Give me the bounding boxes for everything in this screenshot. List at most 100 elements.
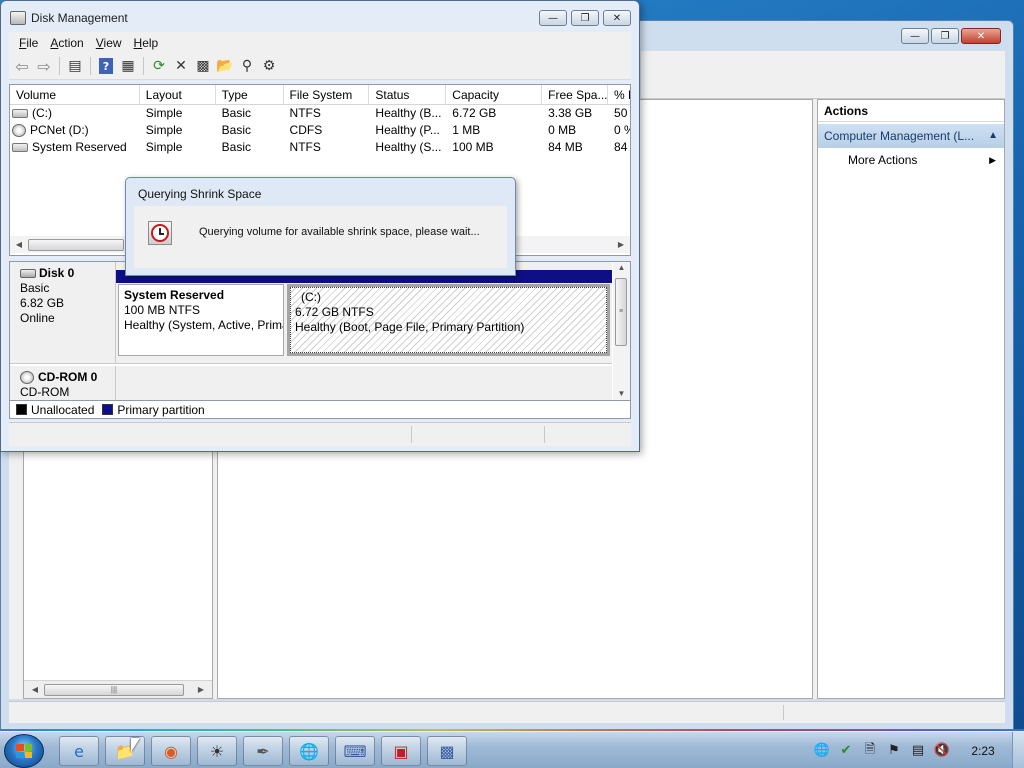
scroll-right-icon[interactable]: ▶ [194, 685, 208, 694]
actions-group-computer-management[interactable]: Computer Management (L... ▲ [818, 124, 1004, 148]
legend-swatch-primary [102, 404, 114, 415]
properties-grid-icon[interactable]: ▦ [117, 55, 139, 77]
column-header-capacity[interactable]: Capacity [446, 85, 543, 105]
scroll-left-icon[interactable]: ◀ [28, 685, 42, 694]
menu-help[interactable]: Help [128, 36, 165, 50]
volume-cell-text: 50 [614, 106, 628, 120]
column-header-volume[interactable]: Volume [10, 85, 140, 105]
app-icon[interactable]: ☀ [197, 736, 237, 766]
toolbox-icon[interactable]: ▣ [381, 736, 421, 766]
querying-shrink-space-dialog[interactable]: Querying Shrink Space Querying volume fo… [125, 177, 516, 276]
vertical-scrollbar[interactable]: ▲ ≡ ▼ [613, 262, 630, 400]
minimize-button[interactable]: — [901, 28, 929, 44]
toolbar-separator [90, 57, 91, 75]
column-header-free-space[interactable]: Free Spa... [542, 85, 609, 105]
flag-icon[interactable]: ⚑ [884, 741, 904, 761]
actions-header: Actions [818, 100, 1004, 122]
legend-label: Unallocated [31, 402, 95, 417]
volume-cell: 50 [608, 105, 630, 122]
scroll-right-icon[interactable]: ▶ [614, 240, 628, 249]
maximize-button[interactable]: ❐ [571, 10, 599, 26]
eraser-icon[interactable]: ✒ [243, 736, 283, 766]
network-icon[interactable]: ▤ [908, 741, 928, 761]
volume-cell: 84 [608, 139, 630, 156]
volume-row[interactable]: System Reserved Simple Basic NTFS Healthy (S… [10, 139, 630, 156]
volume-cell-text: Basic [221, 140, 251, 154]
volume-cell: Simple [140, 122, 216, 139]
help-icon[interactable]: ? [99, 58, 113, 74]
show-desktop-button[interactable] [1012, 732, 1024, 768]
delete-icon[interactable]: ✕ [170, 55, 192, 77]
status-segment [783, 705, 784, 720]
disk-name-text: CD-ROM 0 [38, 370, 98, 384]
volume-cell-text: 100 MB [452, 140, 494, 154]
settings-icon[interactable]: ⚙ [258, 55, 280, 77]
column-header-type[interactable]: Type [216, 85, 284, 105]
volume-cell-text: 84 MB [548, 140, 583, 154]
column-header-percent-free[interactable]: % F [608, 85, 630, 105]
partition-c-drive[interactable]: (C:) 6.72 GB NTFS Healthy (Boot, Page Fi… [287, 284, 610, 356]
submenu-arrow-icon: ▶ [989, 155, 996, 165]
scroll-down-icon[interactable]: ▼ [613, 388, 630, 400]
start-button[interactable] [4, 734, 44, 768]
scroll-up-icon[interactable]: ▲ [613, 262, 630, 274]
menu-action[interactable]: Action [44, 36, 89, 50]
back-arrow-icon[interactable]: ⇦ [11, 55, 33, 77]
disk-row[interactable]: Disk 0 Basic 6.82 GB Online System Reser… [10, 262, 612, 364]
network-globe-icon[interactable]: 🌐 [289, 736, 329, 766]
close-button[interactable]: ✕ [961, 28, 1001, 44]
firefox-icon[interactable]: ◉ [151, 736, 191, 766]
menu-file[interactable]: File [13, 36, 44, 50]
column-header-layout[interactable]: Layout [140, 85, 216, 105]
legend-label: Primary partition [117, 402, 205, 417]
search-icon[interactable]: ⚲ [236, 55, 258, 77]
cm-caption-buttons: — ❐ ✕ [901, 28, 1001, 44]
show-hide-console-tree-icon[interactable]: ▤ [64, 55, 86, 77]
disk-row[interactable]: CD-ROM 0 CD-ROM [10, 366, 612, 400]
volume-cell-text: 3.38 GB [548, 106, 593, 120]
close-button[interactable]: ✕ [603, 10, 631, 26]
system-tray: 🌐 ✔ 🗎 ⚑ ▤ 🔇 2:23 [810, 732, 1024, 768]
network-globe-icon[interactable]: 🌐 [812, 741, 832, 761]
properties-icon[interactable]: ▩ [192, 55, 214, 77]
disk-management-icon[interactable]: ▩ [427, 736, 467, 766]
disk-name: Disk 0 [20, 266, 115, 281]
legend: Unallocated Primary partition [9, 401, 631, 419]
document-icon[interactable]: 🗎 [860, 741, 880, 761]
column-header-status[interactable]: Status [369, 85, 447, 105]
disk-label[interactable]: Disk 0 Basic 6.82 GB Online [10, 262, 116, 363]
volume-cell: 100 MB [446, 139, 542, 156]
refresh-icon[interactable]: ⟳ [148, 55, 170, 77]
scroll-thumb[interactable]: ≡ [615, 278, 627, 346]
menu-view[interactable]: View [90, 36, 128, 50]
volume-row[interactable]: (C:) Simple Basic NTFS Healthy (B... 6.72 GB 3… [10, 105, 630, 122]
partition-system-reserved[interactable]: System Reserved 100 MB NTFS Healthy (Sys… [118, 284, 284, 356]
volume-cell: Simple [140, 139, 216, 156]
disk-graphical-view[interactable]: Disk 0 Basic 6.82 GB Online System Reser… [9, 261, 631, 401]
minimize-button[interactable]: — [539, 10, 567, 26]
column-header-file-system[interactable]: File System [284, 85, 370, 105]
volume-muted-icon[interactable]: 🔇 [932, 741, 952, 761]
clock[interactable]: 2:23 [954, 744, 1012, 758]
computer-management-icon[interactable]: ⌨ [335, 736, 375, 766]
scroll-left-icon[interactable]: ◀ [12, 240, 26, 249]
horizontal-scrollbar[interactable]: ◀ ||| ▶ [24, 680, 212, 698]
security-check-icon[interactable]: ✔ [836, 741, 856, 761]
volume-cell: Healthy (P... [369, 122, 446, 139]
internet-explorer-icon[interactable]: e [59, 736, 99, 766]
scroll-thumb[interactable]: ||| [44, 683, 184, 696]
open-folder-icon[interactable]: 📂 [214, 55, 236, 77]
toolbar-separator [143, 57, 144, 75]
maximize-button[interactable]: ❐ [931, 28, 959, 44]
volume-cell-text: Simple [145, 106, 183, 120]
volume-cell: CDFS [284, 122, 370, 139]
disk-label[interactable]: CD-ROM 0 CD-ROM [10, 366, 116, 400]
dialog-title: Querying Shrink Space [138, 187, 262, 201]
scroll-thumb[interactable] [28, 238, 124, 251]
volume-cell-text: Healthy (P... [375, 123, 440, 137]
forward-arrow-icon[interactable]: ⇨ [33, 55, 55, 77]
cd-rom-icon [20, 371, 34, 384]
collapse-up-icon[interactable]: ▲ [988, 124, 998, 148]
more-actions-item[interactable]: More Actions ▶ [818, 148, 1004, 172]
volume-row[interactable]: PCNet (D:) Simple Basic CDFS Healthy (P... 1 … [10, 122, 630, 139]
